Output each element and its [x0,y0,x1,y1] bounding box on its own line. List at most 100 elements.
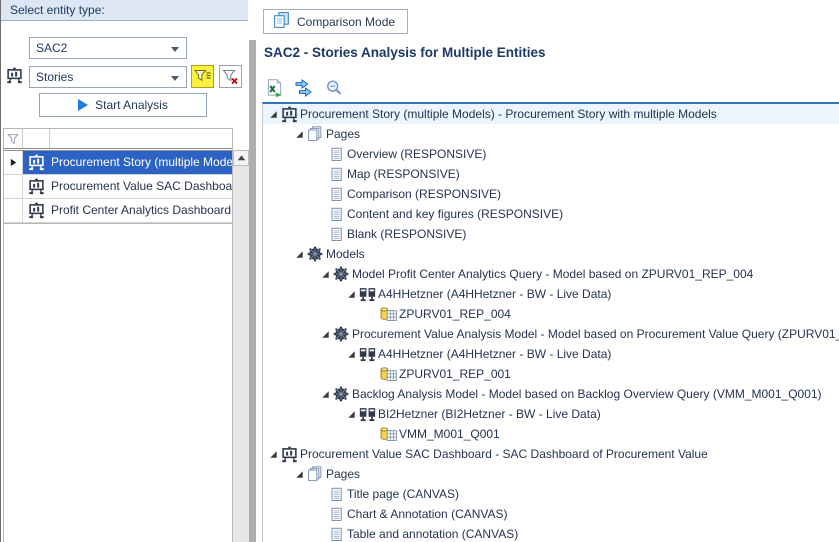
entity-subtype-value: Stories [36,70,73,84]
tree-node-label: Table and annotation (CANVAS) [347,527,518,541]
tree-node[interactable]: Comparison (RESPONSIVE) [263,184,839,204]
pages-icon [306,126,324,142]
start-analysis-button[interactable]: Start Analysis [39,93,207,117]
expander-icon[interactable] [292,129,306,140]
tree-node-label: A4HHetzner (A4HHetzner - BW - Live Data) [378,347,611,361]
entity-selection-panel: Select entity type: SAC2 Stories Start A… [0,0,263,542]
tree-node[interactable]: Content and key figures (RESPONSIVE) [263,204,839,224]
tree-node[interactable]: Models [263,244,839,264]
analysis-tree: Procurement Story (multiple Models) - Pr… [262,102,839,542]
tree-node[interactable]: Procurement Story (multiple Models) - Pr… [263,104,839,124]
connection-icon [358,346,376,363]
story-icon [23,151,49,174]
story-icon [23,175,49,198]
filter-row-icon[interactable] [4,129,23,148]
tree-node-label: Pages [326,467,360,481]
tree-node[interactable]: VMM_M001_Q001 [263,424,839,444]
comparison-pages-icon [272,11,291,33]
entity-subtype-dropdown[interactable]: Stories [29,66,187,88]
tree-node[interactable]: Table and annotation (CANVAS) [263,524,839,542]
row-indicator [4,199,23,222]
model-icon [332,386,350,402]
tree-node-label: Comparison (RESPONSIVE) [347,187,501,201]
tree-node[interactable]: Map (RESPONSIVE) [263,164,839,184]
story-list-item-label: Profit Center Analytics Dashboard (Pr [49,199,232,222]
story-list-item[interactable]: Profit Center Analytics Dashboard (Pr [4,199,232,223]
filter-button[interactable] [191,65,214,88]
panel-header: Select entity type: [1,0,248,21]
tree-node[interactable]: A4HHetzner (A4HHetzner - BW - Live Data) [263,344,839,364]
expand-nodes-icon[interactable] [294,78,314,98]
tree-node[interactable]: Title page (CANVAS) [263,484,839,504]
expander-icon[interactable] [318,389,332,400]
tree-node[interactable]: Chart & Annotation (CANVAS) [263,504,839,524]
tree-node-label: ZPURV01_REP_001 [399,367,511,381]
model-icon [332,266,350,282]
scroll-up-icon[interactable] [233,150,249,166]
entity-type-value: SAC2 [36,41,67,55]
tree-node[interactable]: Model Profit Center Analytics Query - Mo… [263,264,839,284]
tree-node[interactable]: Pages [263,124,839,144]
tree-node-label: BI2Hetzner (BI2Hetzner - BW - Live Data) [378,407,601,421]
tree-node[interactable]: Backlog Analysis Model - Model based on … [263,384,839,404]
page-icon [327,227,345,242]
excel-export-icon[interactable] [264,78,284,98]
query-icon [379,306,397,323]
story-list-grid: Procurement Story (multiple Models) Proc… [3,128,233,542]
page-title: SAC2 - Stories Analysis for Multiple Ent… [264,45,546,60]
page-icon [327,487,345,502]
tree-node[interactable]: Procurement Value SAC Dashboard - SAC Da… [263,444,839,464]
expander-icon[interactable] [266,449,280,460]
tree-node[interactable]: A4HHetzner (A4HHetzner - BW - Live Data) [263,284,839,304]
expander-icon[interactable] [318,269,332,280]
clear-filter-button[interactable] [219,65,242,88]
search-icon[interactable] [324,78,344,98]
tree-node-label: ZPURV01_REP_004 [399,307,511,321]
start-analysis-label: Start Analysis [95,98,168,112]
page-icon [327,147,345,162]
list-scrollbar[interactable] [233,150,249,542]
tree-node[interactable]: BI2Hetzner (BI2Hetzner - BW - Live Data) [263,404,839,424]
expander-icon[interactable] [344,349,358,360]
tree-node[interactable]: Overview (RESPONSIVE) [263,144,839,164]
page-icon [327,507,345,522]
row-indicator [4,175,23,198]
play-icon [78,99,88,111]
tree-node-label: Map (RESPONSIVE) [347,167,460,181]
pages-icon [306,466,324,482]
tree-node[interactable]: Blank (RESPONSIVE) [263,224,839,244]
chevron-down-icon[interactable] [171,47,179,52]
tree-node-label: Model Profit Center Analytics Query - Mo… [352,267,753,281]
page-icon [327,207,345,222]
expander-icon[interactable] [318,329,332,340]
tree-node[interactable]: Procurement Value Analysis Model - Model… [263,324,839,344]
connection-icon [358,406,376,423]
tree-node[interactable]: ZPURV01_REP_001 [263,364,839,384]
tree-node-label: Chart & Annotation (CANVAS) [347,507,508,521]
expander-icon[interactable] [266,109,280,120]
tree-node-label: VMM_M001_Q001 [399,427,500,441]
story-list-item[interactable]: Procurement Value SAC Dashboard [4,175,232,199]
page-icon [327,527,345,542]
connection-icon [358,286,376,303]
expander-icon[interactable] [292,249,306,260]
tree-node[interactable]: Pages [263,464,839,484]
story-list-item[interactable]: Procurement Story (multiple Models) [4,151,232,175]
chevron-down-icon[interactable] [171,76,179,81]
icon-column-header[interactable] [23,129,50,148]
story-icon [280,106,298,123]
panel-splitter[interactable] [249,40,256,542]
page-icon [327,167,345,182]
tree-node[interactable]: ZPURV01_REP_004 [263,304,839,324]
entity-type-dropdown[interactable]: SAC2 [29,37,187,59]
page-icon [327,187,345,202]
query-icon [379,366,397,383]
name-column-header[interactable] [50,129,232,148]
model-icon [306,246,324,262]
expander-icon[interactable] [344,289,358,300]
expander-icon[interactable] [292,469,306,480]
analysis-panel: Comparison Mode SAC2 - Stories Analysis … [262,0,839,542]
comparison-mode-button[interactable]: Comparison Mode [263,9,408,34]
expander-icon[interactable] [344,409,358,420]
tree-toolbar [264,78,344,98]
